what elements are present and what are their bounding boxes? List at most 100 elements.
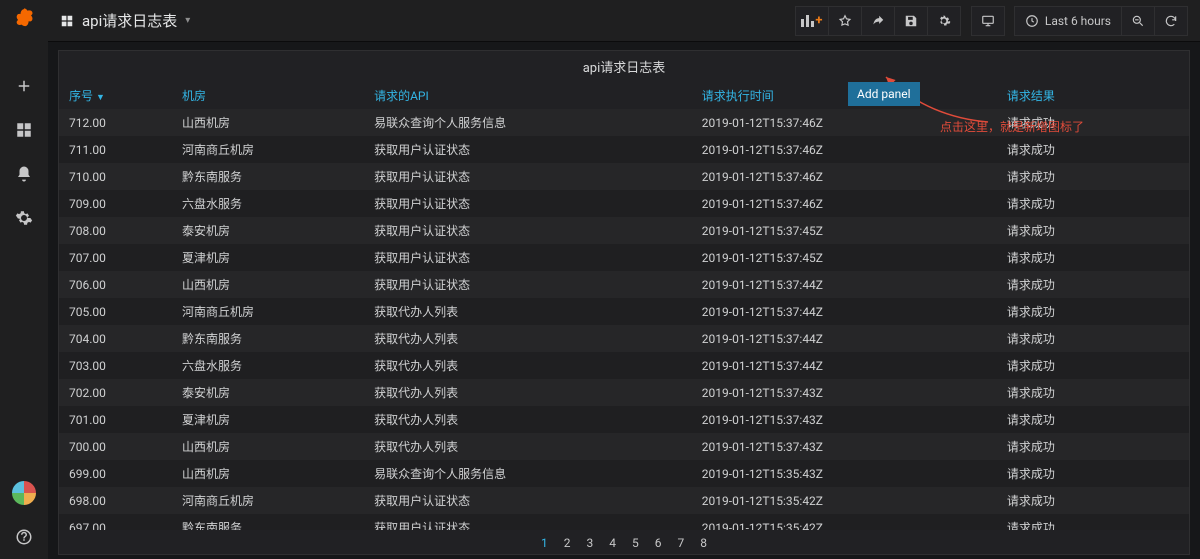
table-cell: 六盘水服务 [172, 190, 364, 217]
table-row[interactable]: 700.00山西机房获取代办人列表2019-01-12T15:37:43Z请求成… [59, 433, 1189, 460]
table-cell: 获取用户认证状态 [364, 487, 692, 514]
zoom-out-button[interactable] [1121, 6, 1155, 36]
column-header[interactable]: 请求执行时间 [692, 82, 997, 109]
cycle-view-button[interactable] [971, 6, 1005, 36]
table-cell: 黔东南服务 [172, 163, 364, 190]
refresh-button[interactable] [1154, 6, 1188, 36]
star-icon [838, 14, 852, 28]
table-cell: 698.00 [59, 487, 172, 514]
table-cell: 708.00 [59, 217, 172, 244]
table-cell: 2019-01-12T15:37:43Z [692, 433, 997, 460]
table-cell: 712.00 [59, 109, 172, 136]
table-cell: 获取用户认证状态 [364, 244, 692, 271]
dashboard-title-dropdown[interactable]: api请求日志表 ▾ [60, 10, 190, 31]
star-button[interactable] [828, 6, 862, 36]
table-cell: 710.00 [59, 163, 172, 190]
table-cell: 夏津机房 [172, 244, 364, 271]
user-avatar[interactable] [12, 481, 36, 505]
table-row[interactable]: 697.00黔东南服务获取用户认证状态2019-01-12T15:35:42Z请… [59, 514, 1189, 530]
clock-icon [1025, 14, 1039, 28]
table-cell: 2019-01-12T15:35:42Z [692, 514, 997, 530]
page-number[interactable]: 7 [678, 536, 685, 550]
table-cell: 河南商丘机房 [172, 136, 364, 163]
table-cell: 2019-01-12T15:37:46Z [692, 190, 997, 217]
side-nav [0, 0, 48, 559]
column-header[interactable]: 序号▼ [59, 82, 172, 109]
table-cell: 黔东南服务 [172, 325, 364, 352]
panel-title[interactable]: api请求日志表 [59, 51, 1189, 82]
page-number[interactable]: 2 [564, 536, 571, 550]
configuration-button[interactable] [4, 202, 44, 234]
table-cell: 山西机房 [172, 433, 364, 460]
table-cell: 易联众查询个人服务信息 [364, 460, 692, 487]
save-button[interactable] [894, 6, 928, 36]
column-header[interactable]: 请求结果 [997, 82, 1189, 109]
dashboard-title-text: api请求日志表 [82, 10, 177, 31]
table-row[interactable]: 705.00河南商丘机房获取代办人列表2019-01-12T15:37:44Z请… [59, 298, 1189, 325]
settings-button[interactable] [927, 6, 961, 36]
table-cell: 请求成功 [997, 460, 1189, 487]
column-header[interactable]: 请求的API [364, 82, 692, 109]
table-row[interactable]: 702.00泰安机房获取代办人列表2019-01-12T15:37:43Z请求成… [59, 379, 1189, 406]
table-cell: 河南商丘机房 [172, 298, 364, 325]
alerting-button[interactable] [4, 158, 44, 190]
table-row[interactable]: 710.00黔东南服务获取用户认证状态2019-01-12T15:37:46Z请… [59, 163, 1189, 190]
table-row[interactable]: 698.00河南商丘机房获取用户认证状态2019-01-12T15:35:42Z… [59, 487, 1189, 514]
table-cell: 2019-01-12T15:37:44Z [692, 352, 997, 379]
add-panel-button[interactable]: + [795, 6, 829, 36]
table-cell: 请求成功 [997, 352, 1189, 379]
table-cell: 2019-01-12T15:37:43Z [692, 379, 997, 406]
table-cell: 请求成功 [997, 136, 1189, 163]
table-row[interactable]: 707.00夏津机房获取用户认证状态2019-01-12T15:37:45Z请求… [59, 244, 1189, 271]
plus-icon: + [815, 13, 822, 28]
table-cell: 705.00 [59, 298, 172, 325]
table-row[interactable]: 704.00黔东南服务获取代办人列表2019-01-12T15:37:44Z请求… [59, 325, 1189, 352]
table-cell: 2019-01-12T15:37:43Z [692, 406, 997, 433]
zoom-out-icon [1131, 14, 1145, 28]
dashboards-button[interactable] [4, 114, 44, 146]
share-icon [871, 14, 885, 28]
table-row[interactable]: 703.00六盘水服务获取代办人列表2019-01-12T15:37:44Z请求… [59, 352, 1189, 379]
pagination: 1 2 3 4 5 6 7 8 [59, 530, 1189, 554]
table-cell: 2019-01-12T15:37:45Z [692, 217, 997, 244]
create-button[interactable] [4, 70, 44, 102]
table-row[interactable]: 706.00山西机房获取用户认证状态2019-01-12T15:37:44Z请求… [59, 271, 1189, 298]
table-cell: 获取用户认证状态 [364, 514, 692, 530]
table-cell: 2019-01-12T15:37:46Z [692, 163, 997, 190]
table-cell: 请求成功 [997, 433, 1189, 460]
table-cell: 获取代办人列表 [364, 433, 692, 460]
table-row[interactable]: 699.00山西机房易联众查询个人服务信息2019-01-12T15:35:43… [59, 460, 1189, 487]
table-row[interactable]: 709.00六盘水服务获取用户认证状态2019-01-12T15:37:46Z请… [59, 190, 1189, 217]
table-cell: 2019-01-12T15:35:42Z [692, 487, 997, 514]
time-range-label: Last 6 hours [1045, 14, 1111, 28]
page-number[interactable]: 5 [632, 536, 639, 550]
monitor-icon [981, 14, 995, 28]
table-row[interactable]: 711.00河南商丘机房获取用户认证状态2019-01-12T15:37:46Z… [59, 136, 1189, 163]
page-number[interactable]: 3 [587, 536, 594, 550]
table-cell: 请求成功 [997, 325, 1189, 352]
table-cell: 获取代办人列表 [364, 406, 692, 433]
grafana-logo-icon[interactable] [10, 6, 38, 34]
table-cell: 2019-01-12T15:35:43Z [692, 460, 997, 487]
page-number[interactable]: 6 [655, 536, 662, 550]
save-icon [904, 14, 918, 28]
table-cell: 2019-01-12T15:37:44Z [692, 325, 997, 352]
sort-desc-icon: ▼ [96, 93, 105, 103]
table-row[interactable]: 701.00夏津机房获取代办人列表2019-01-12T15:37:43Z请求成… [59, 406, 1189, 433]
time-range-picker[interactable]: Last 6 hours [1014, 6, 1122, 36]
table-cell: 泰安机房 [172, 217, 364, 244]
refresh-icon [1164, 14, 1178, 28]
help-button[interactable] [4, 521, 44, 553]
table-cell: 泰安机房 [172, 379, 364, 406]
page-number[interactable]: 1 [541, 536, 548, 550]
column-header[interactable]: 机房 [172, 82, 364, 109]
table-cell: 请求成功 [997, 298, 1189, 325]
table-cell: 711.00 [59, 136, 172, 163]
page-number[interactable]: 8 [700, 536, 707, 550]
table-row[interactable]: 708.00泰安机房获取用户认证状态2019-01-12T15:37:45Z请求… [59, 217, 1189, 244]
share-button[interactable] [861, 6, 895, 36]
table-cell: 获取用户认证状态 [364, 163, 692, 190]
table-cell: 六盘水服务 [172, 352, 364, 379]
page-number[interactable]: 4 [609, 536, 616, 550]
table-cell: 获取用户认证状态 [364, 136, 692, 163]
